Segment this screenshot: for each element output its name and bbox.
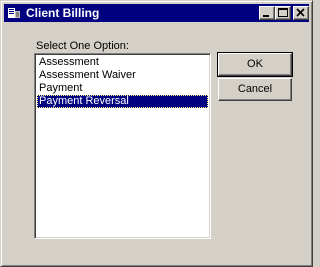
window-title: Client Billing [26,6,100,20]
client-billing-window: Client Billing Select One Option: Assess… [0,0,313,267]
select-option-label: Select One Option: [36,40,129,52]
cancel-button[interactable]: Cancel [218,78,292,101]
maximize-button[interactable] [275,6,291,20]
ok-button[interactable]: OK [217,52,293,77]
title-bar[interactable]: Client Billing [4,4,309,22]
options-listbox[interactable]: Assessment Assessment Waiver Payment Pay… [34,53,211,239]
close-button[interactable] [293,6,309,20]
minimize-icon [263,15,269,17]
maximize-icon [278,8,288,17]
close-icon [296,8,305,17]
minimize-button[interactable] [259,6,275,20]
billing-app-icon[interactable] [6,5,22,21]
list-item-assessment-waiver[interactable]: Assessment Waiver [37,69,208,82]
list-item-payment[interactable]: Payment [37,82,208,95]
list-item-payment-reversal[interactable]: Payment Reversal [37,95,208,108]
list-item-assessment[interactable]: Assessment [37,56,208,69]
